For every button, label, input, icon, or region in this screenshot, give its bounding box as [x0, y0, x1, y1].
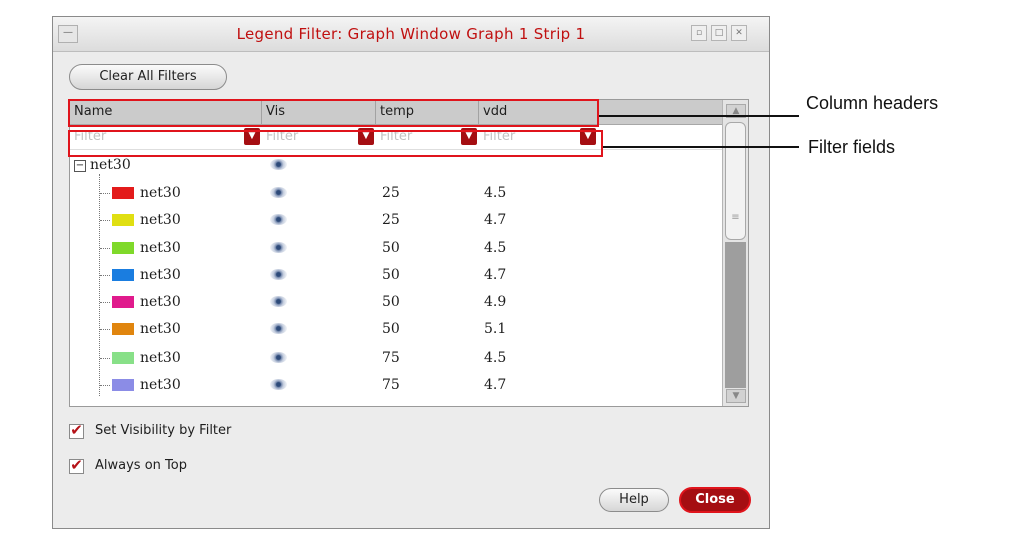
- window-title: Legend Filter: Graph Window Graph 1 Stri…: [236, 25, 586, 43]
- row-name: net30: [140, 321, 181, 337]
- row-vdd: 4.5: [484, 240, 507, 256]
- row-name: net30: [140, 212, 181, 228]
- row-temp: 75: [382, 350, 400, 366]
- filter-fields-leader-line: [603, 146, 799, 148]
- table-row[interactable]: net30 75 4.7: [70, 372, 722, 399]
- tree-branch: [100, 358, 110, 359]
- row-vdd: 4.5: [484, 185, 507, 201]
- group-label: net30: [90, 157, 131, 173]
- column-headers-leader-line: [599, 115, 799, 117]
- scrollbar-track[interactable]: [725, 242, 746, 388]
- eye-icon[interactable]: [270, 379, 287, 390]
- color-swatch: [112, 242, 134, 254]
- row-name: net30: [140, 185, 181, 201]
- row-vdd: 5.1: [484, 321, 507, 337]
- help-button[interactable]: Help: [599, 488, 669, 512]
- eye-icon[interactable]: [270, 352, 287, 363]
- tree-branch: [100, 220, 110, 221]
- color-swatch: [112, 214, 134, 226]
- row-vdd: 4.7: [484, 267, 507, 283]
- close-button[interactable]: Close: [679, 487, 751, 513]
- maximize-icon[interactable]: □: [711, 25, 727, 41]
- row-temp: 50: [382, 321, 400, 337]
- tree-branch: [100, 302, 110, 303]
- minimize-icon[interactable]: ▫: [691, 25, 707, 41]
- table-row[interactable]: net30 50 5.1: [70, 316, 722, 343]
- collapse-icon[interactable]: −: [74, 160, 86, 172]
- clear-all-filters-button[interactable]: Clear All Filters: [69, 64, 227, 90]
- row-name: net30: [140, 240, 181, 256]
- scrollbar-thumb[interactable]: ≡: [725, 122, 746, 240]
- eye-icon[interactable]: [270, 296, 287, 307]
- row-vdd: 4.9: [484, 294, 507, 310]
- color-swatch: [112, 379, 134, 391]
- filter-fields-callout: Filter fields: [808, 137, 896, 157]
- row-vdd: 4.5: [484, 350, 507, 366]
- filter-fields-highlight: [68, 130, 603, 157]
- color-swatch: [112, 323, 134, 335]
- color-swatch: [112, 296, 134, 308]
- column-headers-callout: Column headers: [806, 93, 939, 113]
- table-row[interactable]: net30 50 4.7: [70, 262, 722, 289]
- row-temp: 25: [382, 185, 400, 201]
- legend-rows: − net30 net30 25 4.5 net30 25 4.7 net30 …: [70, 152, 722, 406]
- eye-icon[interactable]: [270, 159, 287, 170]
- table-row[interactable]: net30 25 4.7: [70, 207, 722, 234]
- row-name: net30: [140, 294, 181, 310]
- tree-branch: [100, 248, 110, 249]
- row-name: net30: [140, 267, 181, 283]
- eye-icon[interactable]: [270, 242, 287, 253]
- row-vdd: 4.7: [484, 212, 507, 228]
- color-swatch: [112, 187, 134, 199]
- tree-branch: [100, 329, 110, 330]
- row-name: net30: [140, 350, 181, 366]
- eye-icon[interactable]: [270, 214, 287, 225]
- color-swatch: [112, 352, 134, 364]
- set-visibility-checkbox[interactable]: ✔: [69, 423, 84, 439]
- color-swatch: [112, 269, 134, 281]
- tree-branch: [100, 275, 110, 276]
- table-row[interactable]: net30 50 4.5: [70, 235, 722, 262]
- always-on-top-checkbox[interactable]: ✔: [69, 458, 84, 474]
- eye-icon[interactable]: [270, 187, 287, 198]
- tree-branch: [100, 385, 110, 386]
- row-temp: 50: [382, 294, 400, 310]
- eye-icon[interactable]: [270, 269, 287, 280]
- row-temp: 25: [382, 212, 400, 228]
- scroll-down-icon[interactable]: ▼: [726, 389, 746, 403]
- eye-icon[interactable]: [270, 323, 287, 334]
- row-vdd: 4.7: [484, 377, 507, 393]
- row-temp: 50: [382, 240, 400, 256]
- column-headers-highlight: [68, 99, 599, 127]
- title-bar[interactable]: — Legend Filter: Graph Window Graph 1 St…: [53, 17, 769, 52]
- row-temp: 75: [382, 377, 400, 393]
- row-name: net30: [140, 377, 181, 393]
- always-on-top-label: Always on Top: [95, 458, 187, 473]
- table-row[interactable]: net30 25 4.5: [70, 180, 722, 207]
- table-row[interactable]: net30 50 4.9: [70, 289, 722, 316]
- row-temp: 50: [382, 267, 400, 283]
- legend-filter-window: — Legend Filter: Graph Window Graph 1 St…: [52, 16, 770, 529]
- tree-branch: [100, 193, 110, 194]
- table-row[interactable]: net30 75 4.5: [70, 345, 722, 372]
- set-visibility-label: Set Visibility by Filter: [95, 423, 232, 438]
- close-window-icon[interactable]: ✕: [731, 25, 747, 41]
